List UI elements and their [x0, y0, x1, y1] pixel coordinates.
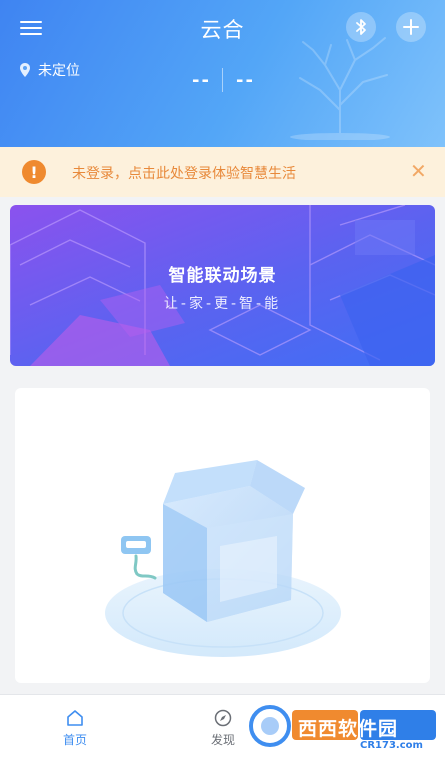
login-notice[interactable]: ! 未登录，点击此处登录体验智慧生活 ✕: [0, 147, 445, 197]
bluetooth-button[interactable]: [346, 12, 376, 42]
tab-discover-label: 发现: [210, 733, 235, 747]
banner-title: 智能联动场景: [168, 266, 277, 286]
location-selector[interactable]: 未定位: [20, 60, 80, 80]
login-notice-text[interactable]: 未登录，点击此处登录体验智慧生活: [72, 163, 296, 183]
add-button[interactable]: [396, 12, 426, 42]
readout-divider: [222, 68, 223, 92]
app-title: 云合: [200, 18, 245, 42]
bluetooth-icon: [356, 19, 366, 35]
watermark-brand: 西西软件园: [298, 718, 399, 740]
watermark-logo: 西西软件园 CR173.com: [248, 702, 438, 752]
smart-scene-banner[interactable]: 智能联动场景 让-家-更-智-能: [10, 205, 435, 366]
plus-icon: [403, 19, 419, 35]
location-text: 未定位: [38, 63, 80, 79]
warning-icon: !: [22, 160, 46, 184]
tab-home[interactable]: 首页: [45, 709, 105, 748]
tab-home-label: 首页: [62, 733, 87, 747]
readout-left: --: [192, 70, 211, 91]
tab-discover[interactable]: 发现: [193, 709, 253, 748]
location-pin-icon: [20, 63, 30, 77]
close-icon[interactable]: ✕: [410, 159, 427, 183]
home-icon: [67, 710, 83, 726]
watermark-site: CR173.com: [360, 740, 423, 751]
readout-right: --: [236, 70, 255, 91]
compass-icon: [214, 709, 232, 727]
empty-device-card: [15, 388, 430, 683]
banner-subtitle: 让-家-更-智-能: [163, 296, 282, 312]
header: 云合 未定位 -- --: [0, 0, 445, 147]
empty-box-illustration: [105, 460, 341, 657]
